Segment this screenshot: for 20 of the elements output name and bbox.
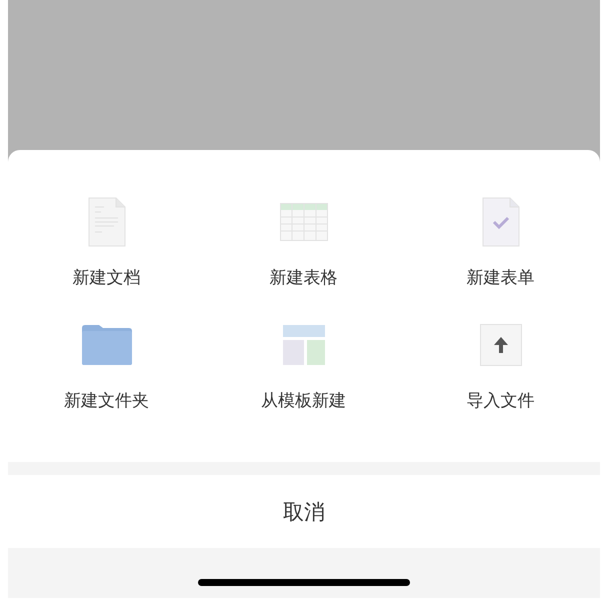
action-label: 从模板新建 [261, 390, 346, 412]
checkmark-document-icon [482, 197, 520, 247]
action-label: 导入文件 [466, 390, 534, 412]
home-indicator[interactable] [198, 579, 410, 586]
action-item[interactable]: 新建表单 [402, 194, 599, 289]
action-label: 新建文档 [72, 267, 140, 289]
cancel-button[interactable]: 取消 [8, 475, 600, 548]
layout-icon [282, 325, 324, 365]
action-item[interactable]: 从模板新建 [205, 317, 402, 412]
action-item[interactable]: 新建表格 [205, 194, 402, 289]
action-item[interactable]: 新建文档 [8, 194, 205, 289]
action-label: 新建表单 [466, 267, 534, 289]
spreadsheet-icon [280, 203, 328, 241]
folder-icon [80, 324, 132, 366]
document-icon [88, 197, 126, 247]
action-label: 新建表格 [270, 267, 338, 289]
upload-icon [480, 324, 522, 366]
action-item[interactable]: 导入文件 [402, 317, 599, 412]
action-item[interactable]: 新建文件夹 [8, 317, 205, 412]
action-label: 新建文件夹 [64, 390, 149, 412]
